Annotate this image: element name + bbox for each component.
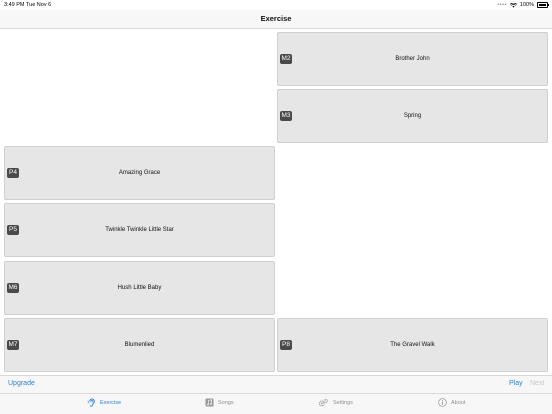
status-time: 3:49 PM bbox=[4, 2, 25, 8]
tab-exercise[interactable]: Exercise bbox=[87, 398, 121, 407]
exercise-label: Amazing Grace bbox=[118, 170, 161, 176]
tab-label: About bbox=[451, 399, 466, 406]
ear-icon bbox=[87, 398, 95, 407]
exercise-label: The Gravel Walk bbox=[390, 342, 435, 348]
exercise-cell-m2[interactable]: M2 Brother John bbox=[277, 32, 548, 86]
info-icon bbox=[438, 398, 447, 407]
exercise-label: Blumenlied bbox=[124, 342, 155, 348]
tab-settings[interactable]: Settings bbox=[318, 398, 353, 407]
battery-icon bbox=[537, 2, 549, 8]
tab-about[interactable]: About bbox=[438, 398, 465, 407]
battery-percent: 100% bbox=[519, 2, 534, 8]
status-bar: 3:49 PM Tue Nov 6 •••• 100% bbox=[0, 0, 552, 10]
upgrade-button[interactable]: Upgrade bbox=[8, 380, 35, 387]
exercise-label: Spring bbox=[403, 113, 422, 119]
gear-icon bbox=[318, 398, 328, 407]
status-right: •••• 100% bbox=[497, 0, 549, 10]
tab-label: Songs bbox=[218, 399, 234, 406]
status-date: Tue Nov 6 bbox=[26, 2, 52, 8]
exercise-cell-p8[interactable]: P8 The Gravel Walk bbox=[277, 318, 548, 372]
tab-label: Settings bbox=[333, 399, 353, 406]
tab-bar: Exercise Songs Settings About bbox=[0, 393, 552, 414]
exercise-label: Twinkle Twinkle Little Star bbox=[105, 227, 174, 233]
signal-icon: •••• bbox=[497, 2, 507, 8]
exercise-cell-m3[interactable]: M3 Spring bbox=[277, 89, 548, 143]
exercise-cell-m6[interactable]: M6 Hush Little Baby bbox=[4, 261, 275, 315]
next-button[interactable]: Next bbox=[530, 380, 544, 387]
exercise-cell-m7[interactable]: M7 Blumenlied bbox=[4, 318, 275, 372]
bottom-toolbar: Upgrade Play Next bbox=[0, 375, 552, 393]
exercise-label: Hush Little Baby bbox=[117, 285, 162, 291]
tab-songs[interactable]: Songs bbox=[205, 398, 234, 407]
play-button[interactable]: Play bbox=[509, 380, 523, 387]
wifi-icon bbox=[509, 2, 517, 8]
exercise-label: Brother John bbox=[395, 56, 430, 62]
page-title: Exercise bbox=[260, 14, 292, 23]
music-note-icon bbox=[205, 398, 214, 407]
exercise-cell-p4[interactable]: P4 Amazing Grace bbox=[4, 146, 275, 200]
exercise-cell-p5[interactable]: P5 Twinkle Twinkle Little Star bbox=[4, 203, 275, 257]
nav-bar: Exercise bbox=[0, 10, 552, 29]
tab-label: Exercise bbox=[100, 399, 122, 406]
